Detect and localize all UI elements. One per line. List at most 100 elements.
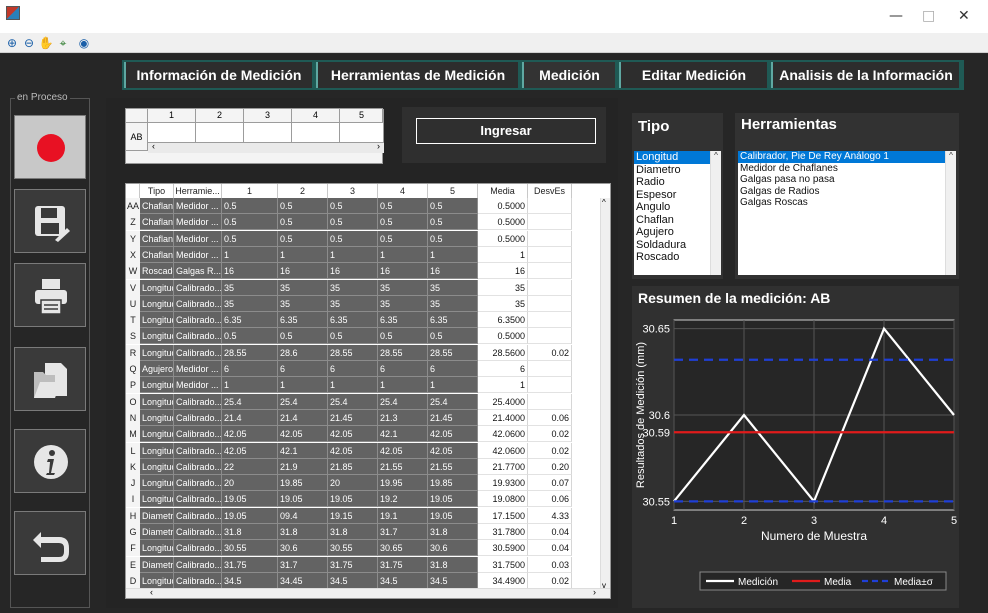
- table-cell[interactable]: Chaflan: [140, 214, 174, 231]
- table-cell[interactable]: 42.05: [222, 442, 278, 459]
- table-row[interactable]: Z Chaflan Medidor ... 0.5 0.5 0.5 0.5 0.5 0.5000: [126, 214, 610, 231]
- table-cell[interactable]: [528, 328, 572, 345]
- table-cell[interactable]: 1: [478, 246, 528, 263]
- table-cell[interactable]: Diametro: [140, 556, 174, 573]
- table-row[interactable]: Y Chaflan Medidor ... 0.5 0.5 0.5 0.5 0.5 0.5000: [126, 230, 610, 247]
- table-cell[interactable]: 42.0600: [478, 442, 528, 459]
- list-item[interactable]: Galgas de Radios: [738, 186, 956, 198]
- table-row[interactable]: Q Agujero Medidor ... 6 6 6 6 6 6: [126, 361, 610, 377]
- table-cell[interactable]: 42.05: [222, 426, 278, 443]
- table-cell[interactable]: 0.5: [428, 328, 478, 345]
- table-cell[interactable]: 19.95: [378, 475, 428, 492]
- table-cell[interactable]: 19.05: [428, 491, 478, 508]
- table-cell[interactable]: [528, 230, 572, 247]
- table-cell[interactable]: 21.4: [222, 409, 278, 426]
- table-cell[interactable]: 31.8: [222, 524, 278, 540]
- sample-entry-grid[interactable]: 1 2 3 4 5 AB ‹ ›: [125, 108, 384, 164]
- table-cell[interactable]: 0.02: [528, 442, 572, 459]
- table-cell[interactable]: 16: [222, 263, 278, 280]
- list-item[interactable]: Medidor de Chaflanes: [738, 163, 956, 175]
- list-item[interactable]: Agujero: [634, 226, 721, 239]
- table-row[interactable]: HDiametroCalibrado...19.0509.419.1519.11…: [126, 507, 610, 524]
- table-cell[interactable]: Calibrado...: [174, 524, 222, 540]
- table-cell[interactable]: 35: [222, 295, 278, 312]
- table-cell[interactable]: 1: [378, 377, 428, 394]
- table-row[interactable]: P Longitud Medidor ... 1 1 1 1 1 1: [126, 377, 610, 394]
- table-cell[interactable]: 21.4: [278, 409, 328, 426]
- table-cell[interactable]: 25.4: [428, 393, 478, 410]
- table-cell[interactable]: Calibrado...: [174, 393, 222, 410]
- table-cell[interactable]: Calibrado...: [174, 442, 222, 459]
- table-cell[interactable]: 6: [478, 361, 528, 377]
- tipo-scrollbar[interactable]: ^: [710, 151, 721, 275]
- table-cell[interactable]: Medidor ...: [174, 361, 222, 377]
- table-cell[interactable]: Diametro: [140, 524, 174, 540]
- table-cell[interactable]: 0.5: [222, 214, 278, 231]
- table-cell[interactable]: Calibrado...: [174, 556, 222, 573]
- table-cell[interactable]: 1: [278, 246, 328, 263]
- scroll-left-icon[interactable]: ‹: [152, 141, 155, 151]
- table-cell[interactable]: 19.15: [328, 507, 378, 524]
- table-cell[interactable]: [528, 279, 572, 296]
- table-cell[interactable]: Calibrado...: [174, 491, 222, 508]
- table-cell[interactable]: 34.5: [222, 572, 278, 589]
- table-cell[interactable]: 6: [222, 361, 278, 377]
- table-cell[interactable]: 16: [278, 263, 328, 280]
- table-cell[interactable]: 19.85: [278, 475, 328, 492]
- table-cell[interactable]: 1: [328, 246, 378, 263]
- table-row[interactable]: S Longitud Calibrado... 0.5 0.5 0.5 0.5 0.5 0.50…: [126, 328, 610, 345]
- table-cell[interactable]: 21.45: [428, 409, 478, 426]
- table-cell[interactable]: Medidor ...: [174, 198, 222, 214]
- sample-input-2[interactable]: [196, 123, 244, 143]
- table-cell[interactable]: 6: [378, 361, 428, 377]
- table-row[interactable]: I Longitud Calibrado... 19.05 19.05 19.05 19.2…: [126, 491, 610, 508]
- table-cell[interactable]: 0.5: [278, 198, 328, 214]
- table-cell[interactable]: 6.35: [222, 312, 278, 329]
- table-cell[interactable]: Chaflan: [140, 230, 174, 247]
- table-cell[interactable]: 31.75: [222, 556, 278, 573]
- table-cell[interactable]: 34.5: [428, 572, 478, 589]
- table-row[interactable]: V Longitud Calibrado... 35 35 35 35 35 35: [126, 279, 610, 296]
- table-cell[interactable]: 35: [278, 279, 328, 296]
- table-cell[interactable]: Longitud: [140, 442, 174, 459]
- table-cell[interactable]: 30.55: [328, 540, 378, 557]
- table-cell[interactable]: 0.5: [278, 230, 328, 247]
- table-cell[interactable]: Longitud: [140, 572, 174, 589]
- table-cell[interactable]: 0.5: [378, 230, 428, 247]
- table-cell[interactable]: 35: [222, 279, 278, 296]
- table-cell[interactable]: 31.75: [328, 556, 378, 573]
- zoom-out-icon[interactable]: ⊖: [21, 35, 37, 51]
- list-item[interactable]: Galgas pasa no pasa: [738, 174, 956, 186]
- table-cell[interactable]: Calibrado...: [174, 328, 222, 345]
- list-item[interactable]: Galgas Roscas: [738, 197, 956, 209]
- table-row[interactable]: R Longitud Calibrado... 28.55 28.6 28.55 28.55…: [126, 344, 610, 361]
- table-cell[interactable]: [528, 295, 572, 312]
- list-item[interactable]: Roscado: [634, 251, 721, 264]
- table-cell[interactable]: 0.02: [528, 426, 572, 443]
- table-cell[interactable]: 09.4: [278, 507, 328, 524]
- table-cell[interactable]: 0.5: [378, 198, 428, 214]
- table-cell[interactable]: Calibrado...: [174, 540, 222, 557]
- scroll-up-icon[interactable]: ^: [602, 198, 606, 207]
- list-item[interactable]: Calibrador, Pie De Rey Análogo 1: [738, 151, 956, 163]
- table-row[interactable]: X Chaflan Medidor ... 1 1 1 1 1 1: [126, 246, 610, 263]
- table-cell[interactable]: 0.5: [328, 198, 378, 214]
- table-cell[interactable]: Calibrado...: [174, 409, 222, 426]
- close-button[interactable]: ✕: [958, 8, 970, 24]
- table-cell[interactable]: 1: [478, 377, 528, 394]
- table-cell[interactable]: 19.9300: [478, 475, 528, 492]
- table-cell[interactable]: 31.8: [328, 524, 378, 540]
- table-row[interactable]: EDiametroCalibrado...31.7531.731.7531.75…: [126, 556, 610, 573]
- table-cell[interactable]: 42.1: [378, 426, 428, 443]
- table-cell[interactable]: Calibrado...: [174, 507, 222, 524]
- maximize-button[interactable]: □: [922, 8, 935, 24]
- table-cell[interactable]: 31.8: [428, 556, 478, 573]
- table-cell[interactable]: Longitud: [140, 295, 174, 312]
- table-cell[interactable]: 30.55: [222, 540, 278, 557]
- tab-informacion-medicion[interactable]: Información de Medición: [124, 62, 312, 88]
- table-cell[interactable]: 0.5: [378, 214, 428, 231]
- print-button[interactable]: [14, 263, 86, 327]
- table-cell[interactable]: 21.4000: [478, 409, 528, 426]
- table-vscrollbar[interactable]: ^ v: [600, 198, 610, 590]
- table-row[interactable]: GDiametroCalibrado...31.831.831.831.731.…: [126, 524, 610, 540]
